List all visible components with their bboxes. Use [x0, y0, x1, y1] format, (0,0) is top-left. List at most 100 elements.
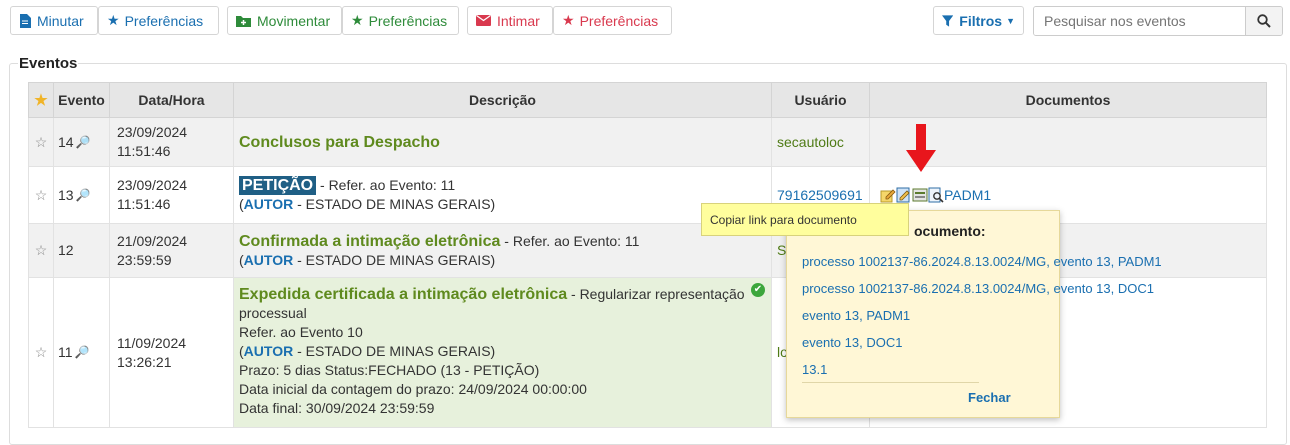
document-link-popup: ocumento: processo 1002137-86.2024.8.13.… [786, 210, 1162, 418]
popup-link[interactable]: evento 13, PADM1 [802, 308, 910, 323]
magnifier-icon[interactable]: 🔎 [76, 186, 91, 205]
search-input[interactable] [1034, 7, 1245, 35]
event-date: 23/09/2024 [117, 177, 188, 193]
popup-link[interactable]: evento 13, DOC1 [802, 335, 902, 350]
event-time: 11:51:46 [117, 196, 171, 212]
event-line: processual [239, 305, 307, 321]
event-line: Data inicial da contagem do prazo: 24/09… [239, 381, 587, 397]
magnifier-icon[interactable]: 🔎 [75, 343, 90, 362]
event-line: Prazo: 5 dias Status:FECHADO (13 - PETIÇ… [239, 362, 540, 378]
section-title: Eventos [18, 55, 79, 72]
event-time: 23:59:59 [117, 251, 172, 268]
star-cell[interactable]: ☆ [28, 277, 54, 428]
event-user[interactable]: S [777, 242, 786, 258]
table-row: ☆ 11 🔎 11/09/2024 13:26:21 ✔ Expedida cert… [28, 277, 1267, 428]
event-refer: - Refer. ao Evento: 11 [504, 232, 640, 249]
doc-icons [880, 187, 944, 203]
preview-document-icon[interactable] [928, 187, 944, 203]
event-line: Data final: 30/09/2024 23:59:59 [239, 400, 435, 416]
popup-link[interactable]: processo 1002137-86.2024.8.13.0024/MG, e… [802, 281, 1154, 296]
autor-label: AUTOR [243, 251, 294, 268]
event-refer: - Refer. ao Evento: 11 [320, 177, 456, 193]
search-button[interactable] [1245, 7, 1282, 35]
date-cell: 21/09/2024 23:59:59 [109, 223, 234, 278]
movimentar-label: Movimentar [257, 12, 331, 29]
event-title: Expedida certificada a intimação eletrôn… [239, 286, 568, 303]
description-cell: ✔ Expedida certificada a intimação eletr… [233, 277, 772, 428]
event-user[interactable]: 79162509691 [777, 187, 863, 203]
tooltip: Copiar link para documento [701, 203, 909, 236]
event-title: Conclusos para Despacho [239, 133, 440, 151]
document-link[interactable]: PADM1 [944, 187, 991, 203]
event-date: 23/09/2024 [117, 124, 188, 140]
close-button[interactable]: Fechar [968, 390, 1011, 405]
intimar-preferences-button[interactable]: ★ Preferências [553, 6, 672, 35]
table-row: ☆ 14 🔎 23/09/2024 11:51:46 Conclusos para … [28, 117, 1267, 167]
movimentar-preferences-button[interactable]: ★ Preferências [342, 6, 459, 35]
caret-down-icon: ▼ [1006, 15, 1015, 26]
search-icon [1257, 14, 1271, 28]
star-icon: ★ [562, 12, 575, 28]
folder-plus-icon [236, 15, 251, 27]
intimar-button[interactable]: Intimar [467, 6, 553, 35]
event-user[interactable]: secautoloc [777, 134, 844, 150]
edit-document-icon[interactable] [896, 187, 912, 203]
minutar-label: Minutar [37, 12, 84, 29]
magnifier-icon[interactable]: 🔎 [76, 133, 91, 152]
star-outline-icon[interactable]: ☆ [35, 134, 48, 150]
movimentar-button[interactable]: Movimentar [227, 6, 342, 35]
star-cell[interactable]: ☆ [28, 117, 54, 167]
header-evento[interactable]: Evento [53, 82, 110, 118]
filter-icon [942, 14, 954, 27]
pencil-note-icon[interactable] [880, 187, 896, 203]
header-star[interactable]: ★ [28, 82, 54, 118]
intimar-label: Intimar [497, 12, 540, 29]
header-data[interactable]: Data/Hora [109, 82, 234, 118]
event-number-cell: 13 🔎 [53, 166, 110, 224]
event-line: Refer. ao Evento 10 [239, 324, 363, 340]
envelope-icon [476, 15, 491, 26]
event-time: 13:26:21 [117, 353, 172, 370]
popup-link[interactable]: 13.1 [802, 362, 827, 377]
party-name: - ESTADO DE MINAS GERAIS) [297, 196, 496, 212]
red-arrow-icon [906, 124, 936, 172]
preferences-label: Preferências [579, 12, 659, 29]
preferences-label: Preferências [124, 12, 204, 29]
header-descricao[interactable]: Descrição [233, 82, 772, 118]
autor-label: AUTOR [243, 196, 294, 212]
popup-link[interactable]: processo 1002137-86.2024.8.13.0024/MG, e… [802, 254, 1162, 269]
table-row: ☆ 12 21/09/2024 23:59:59 Confirmada a int… [28, 223, 1267, 278]
star-outline-icon[interactable]: ☆ [35, 344, 48, 360]
star-cell[interactable]: ☆ [28, 223, 54, 278]
event-number: 14 [58, 133, 74, 150]
description-cell: Conclusos para Despacho [233, 117, 772, 167]
star-filled-icon: ★ [34, 92, 48, 109]
date-cell: 23/09/2024 11:51:46 [109, 117, 234, 167]
event-date: 11/09/2024 [117, 334, 187, 351]
filtros-dropdown[interactable]: Filtros ▼ [933, 6, 1024, 35]
search-box [1033, 6, 1283, 36]
party-name: - ESTADO DE MINAS GERAIS) [297, 251, 496, 268]
event-number: 11 [58, 344, 73, 360]
minutar-button[interactable]: Minutar [10, 6, 98, 35]
description-cell: PETIÇÃO - Refer. ao Evento: 11 (AUTOR - … [233, 166, 772, 224]
event-number-cell: 12 [53, 223, 110, 278]
minutar-preferences-button[interactable]: ★ Preferências [98, 6, 219, 35]
event-date: 21/09/2024 [117, 232, 188, 249]
party-name: - ESTADO DE MINAS GERAIS) [297, 343, 496, 359]
star-outline-icon[interactable]: ☆ [35, 187, 48, 203]
popup-title: ocumento: [914, 223, 986, 239]
star-icon: ★ [351, 12, 364, 28]
event-number-cell: 14 🔎 [53, 117, 110, 167]
event-subtitle: - Regularizar representação [571, 286, 745, 302]
date-cell: 11/09/2024 13:26:21 [109, 277, 234, 428]
event-number: 13 [58, 186, 74, 203]
copy-link-icon[interactable] [912, 187, 928, 203]
table-header-row: ★ Evento Data/Hora Descrição Usuário Doc… [28, 82, 1267, 118]
header-documentos[interactable]: Documentos [869, 82, 1267, 118]
star-outline-icon[interactable]: ☆ [35, 242, 48, 258]
header-usuario[interactable]: Usuário [771, 82, 870, 118]
table-row: ☆ 13 🔎 23/09/2024 11:51:46 PETIÇÃO - Refer… [28, 166, 1267, 224]
star-cell[interactable]: ☆ [28, 166, 54, 224]
event-title: Confirmada a intimação eletrônica [239, 232, 501, 250]
